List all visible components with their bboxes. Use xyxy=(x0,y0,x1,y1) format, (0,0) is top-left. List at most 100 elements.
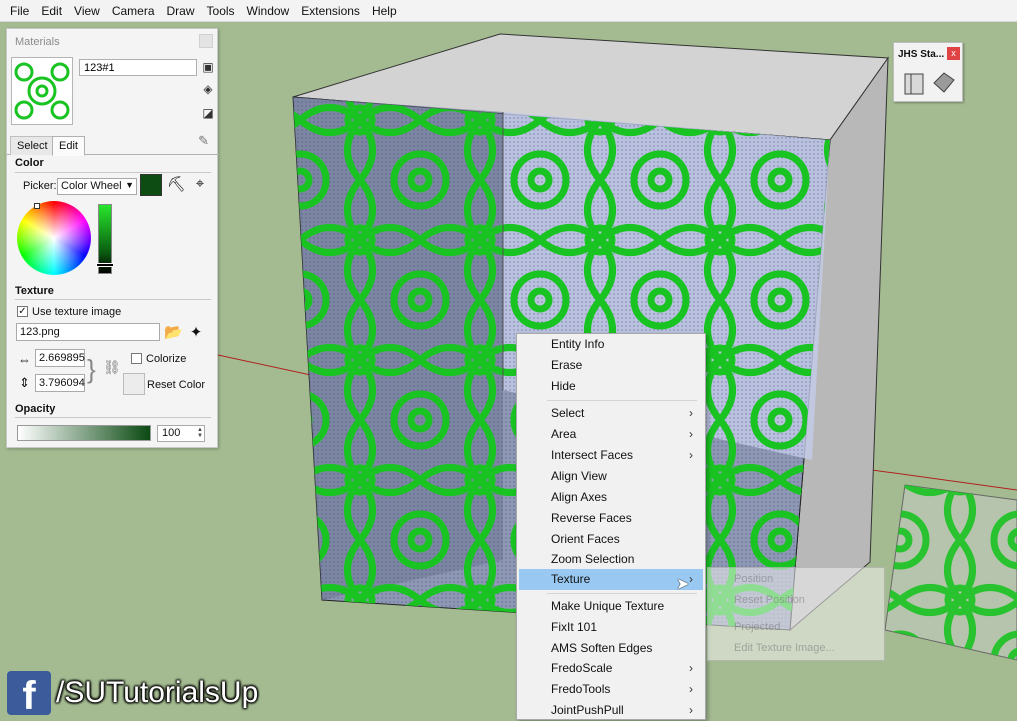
texture-submenu: Position Reset Position Projected Edit T… xyxy=(707,567,885,661)
chevron-right-icon: › xyxy=(689,448,693,462)
material-name-input[interactable] xyxy=(79,59,197,76)
menu-view[interactable]: View xyxy=(68,4,106,18)
match-screen-color-icon[interactable]: ⌖ xyxy=(191,175,209,195)
chevron-right-icon: › xyxy=(689,703,693,717)
materials-tabs: Select Edit xyxy=(7,133,219,156)
use-texture-checkbox[interactable]: ✓ xyxy=(17,306,28,317)
chevron-right-icon: › xyxy=(689,682,693,696)
eraser-icon[interactable] xyxy=(933,72,955,93)
menu-item-hide[interactable]: Hide xyxy=(519,376,703,397)
browse-folder-icon[interactable]: 📂 xyxy=(164,323,183,343)
display-secondary-icon[interactable]: ▣ xyxy=(200,59,216,75)
height-arrow-icon: ⇕ xyxy=(19,375,30,390)
match-model-color-icon[interactable]: ⛏ xyxy=(167,175,186,195)
chevron-right-icon: › xyxy=(689,661,693,675)
texture-file-field[interactable]: 123.png xyxy=(16,323,160,341)
texture-section-heading: Texture xyxy=(15,285,54,297)
colorize-checkbox[interactable] xyxy=(131,353,142,364)
chevron-right-icon: › xyxy=(689,427,693,441)
menu-edit[interactable]: Edit xyxy=(35,4,68,18)
menu-item-make-unique-texture[interactable]: Make Unique Texture xyxy=(519,596,703,617)
reset-color-swatch[interactable] xyxy=(123,373,145,395)
panel-collapse-button[interactable] xyxy=(199,34,213,48)
channel-handle: /SUTutorialsUp xyxy=(56,676,259,709)
submenu-item-position[interactable]: Position xyxy=(734,573,773,585)
edit-texture-icon[interactable]: ✦ xyxy=(187,323,205,343)
menu-item-fredoscale[interactable]: FredoScale › xyxy=(519,658,703,679)
spinner-icon[interactable]: ▲ ▼ xyxy=(197,427,203,439)
opacity-slider[interactable] xyxy=(17,425,151,441)
picker-label: Picker: xyxy=(23,180,57,192)
menu-item-orient-faces[interactable]: Orient Faces xyxy=(519,529,703,550)
menu-bar: File Edit View Camera Draw Tools Window … xyxy=(0,0,1017,22)
menu-item-align-view[interactable]: Align View xyxy=(519,466,703,487)
materials-title: Materials xyxy=(15,36,60,48)
material-pattern-icon xyxy=(14,62,70,120)
chevron-right-icon: › xyxy=(689,572,693,586)
menu-item-select[interactable]: Select › xyxy=(519,403,703,424)
texture-height-field[interactable]: 3.796094 xyxy=(35,374,85,392)
menu-item-fixit-101[interactable]: FixIt 101 xyxy=(519,617,703,638)
sample-paint-icon[interactable]: ✎ xyxy=(198,133,209,149)
divider xyxy=(15,299,211,300)
red-axis xyxy=(217,354,321,378)
use-texture-label: Use texture image xyxy=(32,306,122,318)
menu-item-intersect-faces[interactable]: Intersect Faces › xyxy=(519,445,703,466)
reset-color-label[interactable]: Reset Color xyxy=(147,379,205,391)
menu-item-ams-soften-edges[interactable]: AMS Soften Edges xyxy=(519,638,703,659)
material-thumbnail[interactable] xyxy=(11,57,73,125)
jhs-tools xyxy=(904,72,955,95)
chevron-down-icon: ▼ xyxy=(125,180,134,190)
menu-extensions[interactable]: Extensions xyxy=(295,4,366,18)
menu-item-erase[interactable]: Erase xyxy=(519,355,703,376)
tab-select[interactable]: Select xyxy=(10,136,55,155)
menu-item-entity-info[interactable]: Entity Info xyxy=(519,334,703,355)
facebook-logo-icon: f xyxy=(7,671,51,718)
context-menu: Entity Info Erase Hide Select › Area › Int… xyxy=(516,333,706,720)
brightness-slider-handle[interactable] xyxy=(96,263,114,267)
current-color-swatch xyxy=(140,174,162,196)
lock-aspect-icon[interactable]: ⛓ xyxy=(103,359,121,376)
menu-tools[interactable]: Tools xyxy=(201,4,241,18)
menu-item-jointpushpull[interactable]: JointPushPull › xyxy=(519,700,703,721)
color-wheel-marker[interactable] xyxy=(34,203,40,209)
bracket-icon: } xyxy=(87,354,96,384)
jhs-toolbar: JHS Sta... x xyxy=(893,42,963,102)
materials-panel: Materials ▣ ◈ ◪ Select Edit ✎ Color Pick… xyxy=(6,28,219,448)
menu-separator xyxy=(547,400,697,401)
menu-window[interactable]: Window xyxy=(241,4,296,18)
tab-edit[interactable]: Edit xyxy=(52,136,85,156)
picker-value: Color Wheel xyxy=(61,180,122,192)
submenu-item-edit-texture-image[interactable]: Edit Texture Image... xyxy=(734,642,835,654)
menu-item-zoom-selection[interactable]: Zoom Selection xyxy=(519,549,703,570)
menu-item-reverse-faces[interactable]: Reverse Faces xyxy=(519,508,703,529)
chevron-right-icon: › xyxy=(689,406,693,420)
default-material-icon[interactable]: ◪ xyxy=(200,105,216,121)
menu-item-area[interactable]: Area › xyxy=(519,424,703,445)
menu-draw[interactable]: Draw xyxy=(161,4,201,18)
menu-item-fredotools[interactable]: FredoTools › xyxy=(519,679,703,700)
create-material-icon[interactable]: ◈ xyxy=(200,81,216,97)
book-icon[interactable] xyxy=(904,73,924,95)
jhs-toolbar-title: JHS Sta... xyxy=(898,49,945,60)
menu-camera[interactable]: Camera xyxy=(106,4,161,18)
menu-file[interactable]: File xyxy=(4,4,35,18)
submenu-item-reset-position[interactable]: Reset Position xyxy=(734,594,805,606)
texture-width-field[interactable]: 2.669895 xyxy=(35,349,85,367)
opacity-section-heading: Opacity xyxy=(15,403,56,415)
colorize-label: Colorize xyxy=(146,353,187,365)
color-section-heading: Color xyxy=(15,157,44,169)
menu-help[interactable]: Help xyxy=(366,4,403,18)
divider xyxy=(15,172,211,173)
texture-plane-pattern xyxy=(885,485,1017,660)
opacity-value-field[interactable]: 100 ▲ ▼ xyxy=(157,425,205,442)
divider xyxy=(15,417,211,418)
menu-separator xyxy=(547,593,697,594)
width-arrow-icon: ⇔ xyxy=(18,352,31,367)
picker-select[interactable]: Color Wheel ▼ xyxy=(57,178,137,195)
opacity-value: 100 xyxy=(162,427,181,439)
color-wheel[interactable] xyxy=(17,201,91,275)
close-icon[interactable]: x xyxy=(947,47,960,60)
menu-item-align-axes[interactable]: Align Axes xyxy=(519,487,703,508)
submenu-item-projected[interactable]: Projected xyxy=(734,621,780,633)
